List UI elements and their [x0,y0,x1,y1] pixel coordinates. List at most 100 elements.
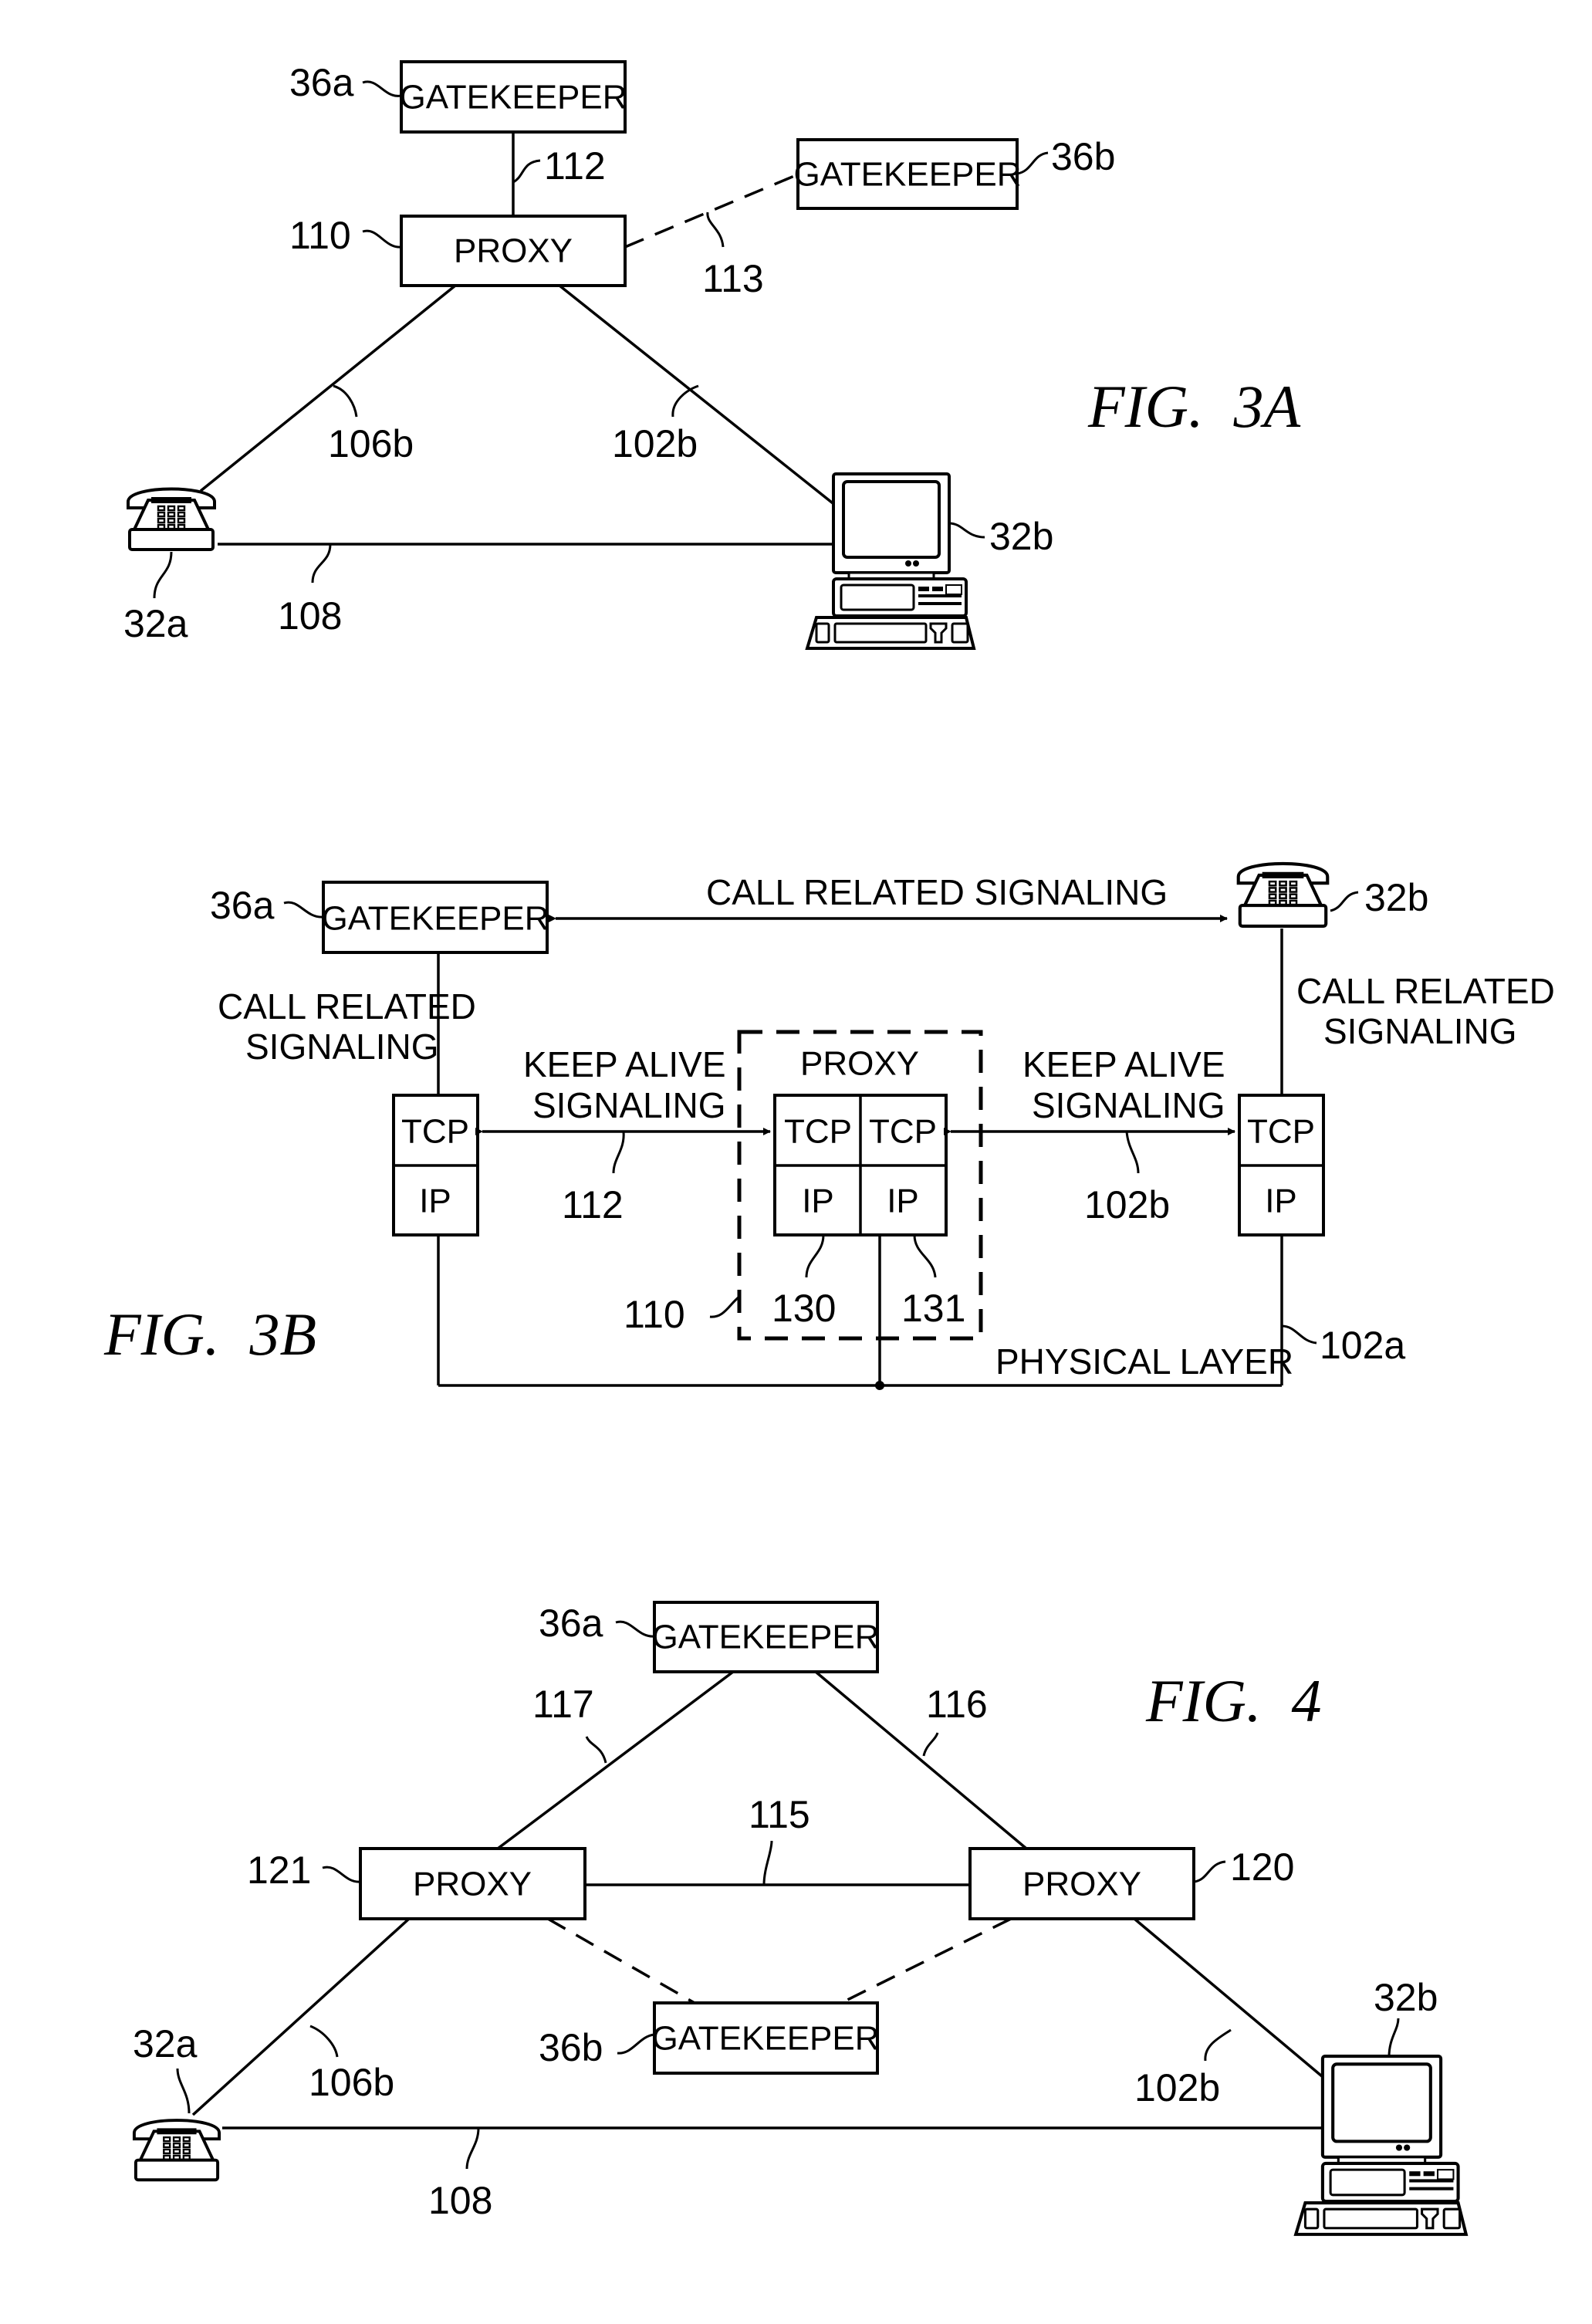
ref-106b: 106b [328,422,414,465]
call-signaling-label: CALL RELATED SIGNALING [706,872,1168,912]
leader-36b [617,2033,655,2055]
proxy-ip-left-label: IP [802,1182,834,1220]
leader-106b [309,2025,339,2058]
figure-4: GATEKEEPER 36a PROXY 121 PROXY 120 GATEK… [132,1601,1466,2234]
link-proxy-right-computer [1133,1917,1323,2078]
ref-110: 110 [624,1293,685,1336]
leader-102b [1204,2028,1232,2062]
ref-110: 110 [289,214,351,257]
left-signaling-label-1: CALL RELATED [218,986,476,1027]
ref-32b: 32b [1364,876,1428,919]
leader-120 [1193,1860,1226,1883]
leader-117 [585,1736,607,1764]
leader-110 [709,1295,740,1318]
ref-36b: 36b [1051,135,1115,178]
leader-36a [283,901,324,918]
telephone-icon [132,2119,221,2182]
leader-115 [762,1840,773,1886]
leader-36a [362,80,402,97]
ref-36a: 36a [539,1602,603,1645]
ref-113: 113 [702,257,764,300]
leader-102a [1281,1324,1317,1345]
keep-alive-left-label-2: SIGNALING [532,1085,726,1125]
ref-106b: 106b [309,2061,394,2104]
ref-120: 120 [1230,1845,1294,1889]
figure-3b: GATEKEEPER 36a CALL RELATED SIGNALING 32… [103,864,1555,1390]
link-proxy-gk-b [624,173,799,249]
leader-108 [465,2127,480,2170]
gatekeeper-36a-label: GATEKEEPER [399,79,627,117]
leader-131 [913,1234,937,1278]
patent-sheet: GATEKEEPER 36a PROXY 110 GATEKEEPER 36b … [103,60,1555,2324]
ref-32a: 32a [133,2022,198,2065]
ref-36a: 36a [210,884,275,927]
telephone-icon [1239,864,1328,926]
leader-32b [1330,891,1359,912]
junction-dot [875,1381,884,1390]
link-proxy-right-gk-b [840,1917,1012,2004]
proxy-tcp-right-label: TCP [869,1113,937,1151]
figure-caption-4: FIG. 4 [1145,1667,1321,1734]
keep-alive-left-label-1: KEEP ALIVE [523,1044,726,1084]
ref-36a: 36a [289,61,354,104]
ref-131: 131 [901,1287,965,1330]
proxy-110-label: PROXY [454,232,573,270]
link-proxy-left-gk-b [547,1917,695,2004]
computer-icon [806,472,975,650]
proxy-121-label: PROXY [413,1866,532,1903]
ref-36b: 36b [539,2026,603,2069]
ref-108: 108 [278,594,342,638]
ref-102b: 102b [1134,2066,1220,2109]
proxy-label: PROXY [800,1045,919,1083]
ref-116: 116 [926,1683,988,1726]
leader-36b [1016,151,1049,175]
link-gk-proxy-right [814,1670,1028,1850]
leader-112 [612,1131,625,1174]
right-signaling-label-1: CALL RELATED [1296,971,1555,1011]
proxy-tcp-left-label: TCP [784,1113,852,1151]
keep-alive-right-label-2: SIGNALING [1032,1085,1225,1125]
computer-icon [1296,2056,1466,2234]
ref-130: 130 [772,1287,836,1330]
leader-130 [805,1234,825,1278]
gatekeeper-36b-label: GATEKEEPER [651,2020,879,2058]
ref-102b: 102b [612,422,698,465]
figure-caption-3a: FIG. 3A [1087,373,1300,440]
ref-121: 121 [247,1849,311,1892]
proxy-ip-right-label: IP [887,1182,919,1220]
keep-alive-right-label-1: KEEP ALIVE [1022,1044,1225,1084]
gatekeeper-label: GATEKEEPER [321,900,549,938]
ref-112: 112 [544,144,606,188]
telephone-icon [127,487,216,551]
leader-108 [311,543,332,584]
ref-108: 108 [428,2179,492,2222]
ref-102a: 102a [1320,1324,1405,1367]
physical-layer-label: PHYSICAL LAYER [995,1341,1293,1382]
leader-112 [512,159,541,184]
ref-117: 117 [532,1683,594,1726]
leader-106b [333,384,358,418]
leader-32a [176,2068,191,2114]
leader-32a [153,551,173,599]
ref-102b: 102b [1084,1183,1170,1226]
ref-112: 112 [562,1183,624,1226]
right-signaling-label-2: SIGNALING [1323,1011,1517,1051]
figure-caption-3b: FIG. 3B [103,1301,316,1368]
ref-32b: 32b [1374,1976,1438,2019]
left-tcp-label: TCP [401,1113,469,1151]
left-ip-label: IP [419,1182,451,1220]
right-ip-label: IP [1265,1182,1297,1220]
link-proxy-computer [558,284,845,513]
ref-32a: 32a [123,602,188,645]
leader-110 [362,229,402,249]
leader-32b [1388,2018,1400,2058]
leader-113 [706,211,725,248]
leader-121 [322,1866,361,1883]
ref-115: 115 [749,1793,810,1836]
leader-32b [948,522,985,539]
leader-116 [922,1732,939,1757]
ref-32b: 32b [989,515,1053,558]
left-signaling-label-2: SIGNALING [245,1027,439,1067]
leader-102b [671,384,699,418]
leader-36a [615,1620,655,1638]
